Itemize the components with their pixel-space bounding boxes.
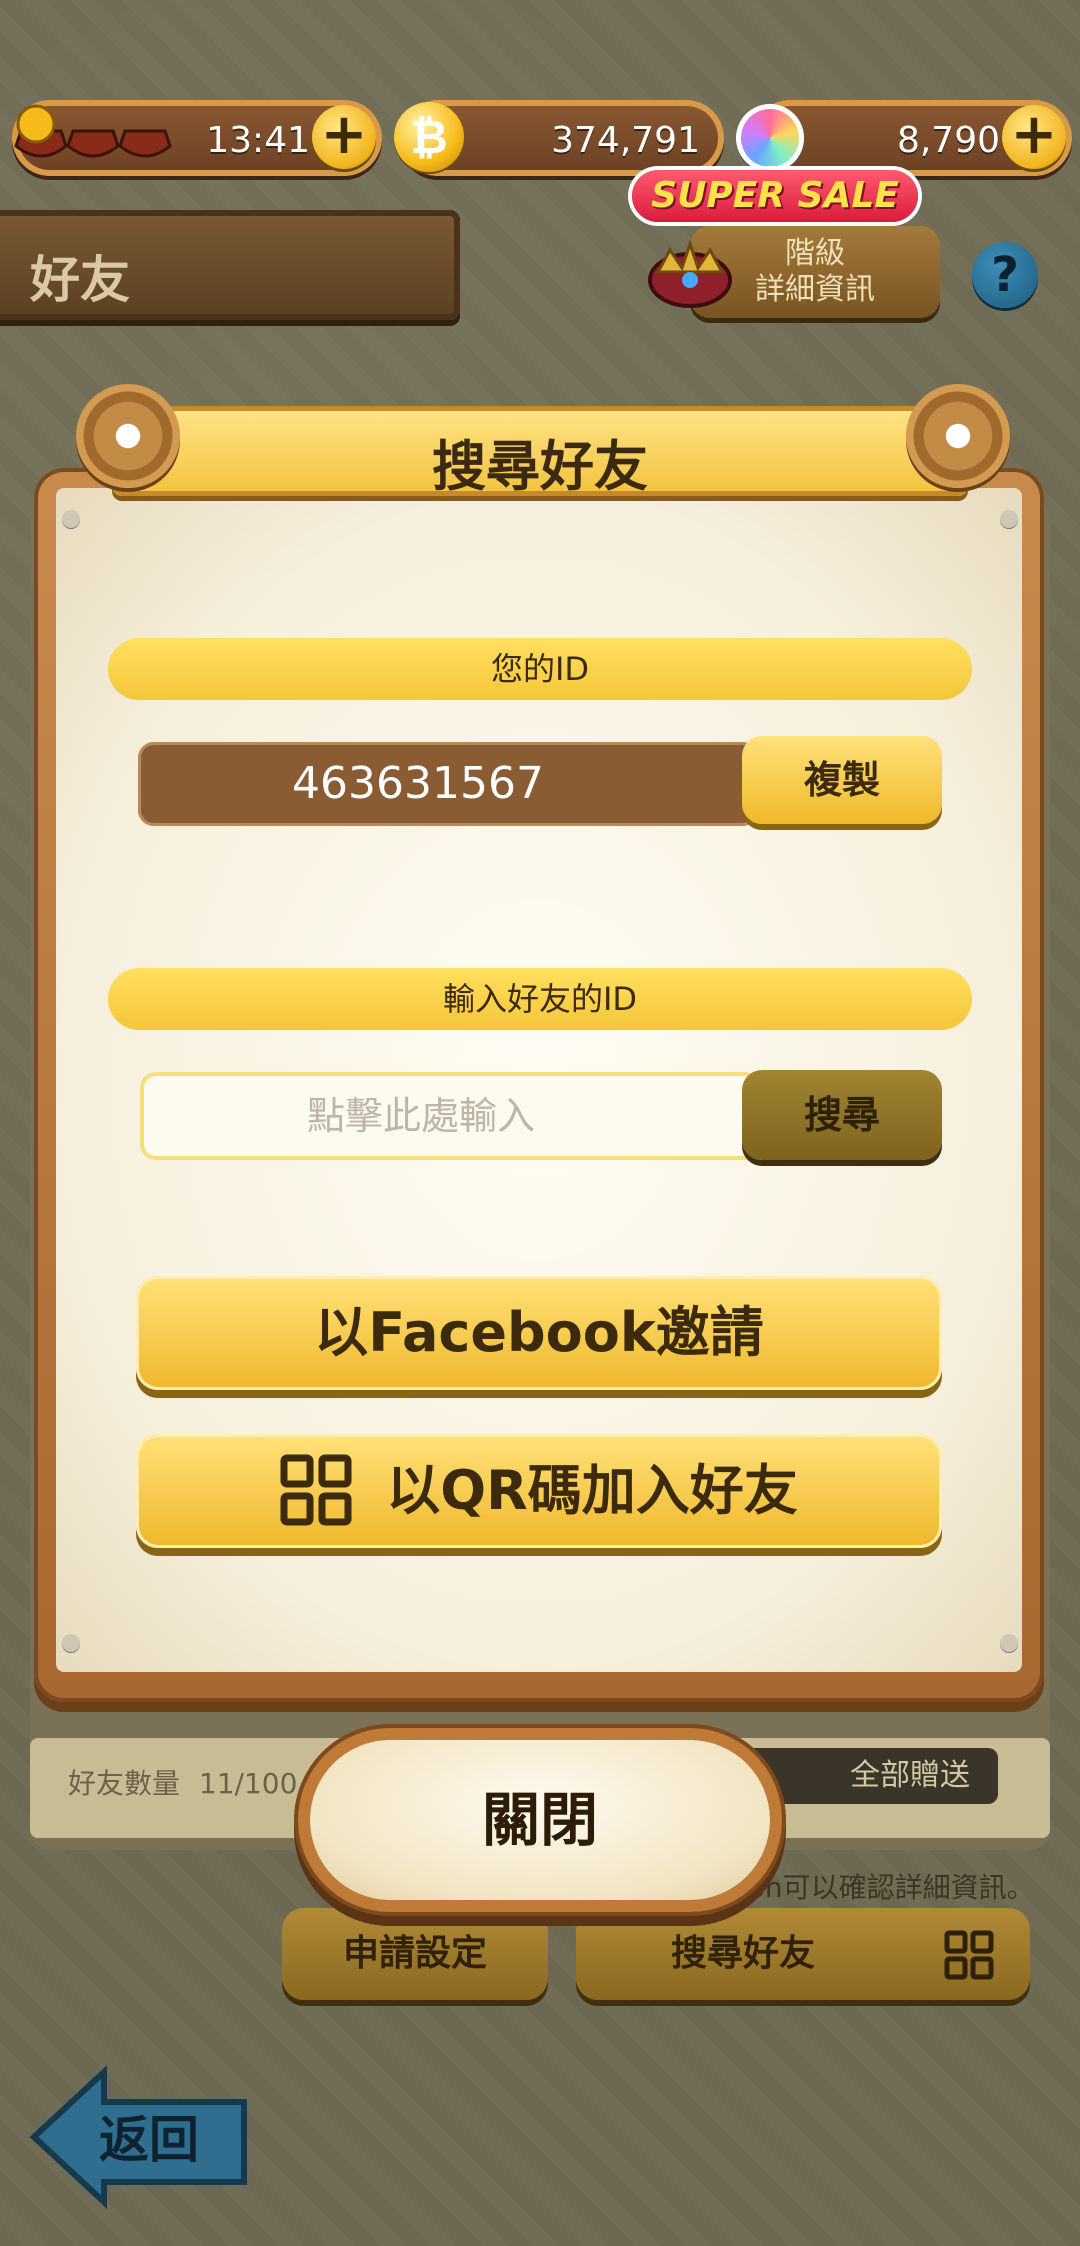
qr-code-icon bbox=[944, 1930, 994, 1980]
gift-all-button[interactable]: 全部贈送 bbox=[742, 1748, 998, 1804]
tip-text: bon可以確認詳細資訊。 bbox=[730, 1871, 1035, 1904]
stamina-time: 13:41 bbox=[206, 120, 310, 161]
friend-id-input[interactable] bbox=[140, 1072, 760, 1160]
gear-icon bbox=[76, 384, 180, 488]
gem-amount: 8,790 bbox=[896, 120, 1000, 161]
help-button[interactable]: ? bbox=[972, 242, 1038, 308]
pin-icon bbox=[1000, 1634, 1018, 1652]
gear-icon bbox=[906, 384, 1010, 488]
coin-amount: 374,791 bbox=[551, 120, 700, 161]
modal-title: 搜尋好友 bbox=[432, 435, 648, 498]
coin-icon: ₿ bbox=[394, 102, 464, 172]
modal-header: 搜尋好友 bbox=[112, 406, 968, 498]
qr-add-friend-button[interactable]: 以QR碼加入好友 bbox=[136, 1434, 942, 1548]
super-sale-badge[interactable]: SUPER SALE bbox=[632, 170, 918, 222]
facebook-invite-button[interactable]: 以Facebook邀請 bbox=[136, 1276, 942, 1390]
page-title-plank: 好友 bbox=[0, 210, 460, 320]
back-label: 返回 bbox=[99, 2111, 199, 2169]
copy-button[interactable]: 複製 bbox=[742, 736, 942, 824]
page-title: 好友 bbox=[30, 251, 130, 309]
pin-icon bbox=[1000, 510, 1018, 528]
add-gem-button[interactable]: + bbox=[1002, 105, 1066, 169]
search-button[interactable]: 搜尋 bbox=[742, 1070, 942, 1160]
friend-count: 好友數量 11/100 bbox=[68, 1767, 298, 1800]
qr-code-icon bbox=[280, 1454, 352, 1526]
back-button[interactable]: 返回 bbox=[24, 2062, 254, 2212]
your-id-label: 您的ID bbox=[108, 638, 972, 700]
enter-friend-id-label: 輸入好友的ID bbox=[108, 968, 972, 1030]
add-stamina-button[interactable]: + bbox=[312, 105, 376, 169]
qr-add-friend-label: 以QR碼加入好友 bbox=[386, 1459, 798, 1522]
crown-icon bbox=[648, 239, 732, 308]
pin-icon bbox=[62, 1634, 80, 1652]
ship-icons bbox=[14, 104, 172, 158]
request-settings-button[interactable]: 申請設定 bbox=[282, 1908, 548, 2000]
your-id-value: 463631567 bbox=[138, 742, 758, 826]
pin-icon bbox=[62, 510, 80, 528]
search-friend-button[interactable]: 搜尋好友 bbox=[576, 1908, 1030, 2000]
rainbow-gem-icon bbox=[736, 104, 804, 172]
close-button[interactable]: 關閉 bbox=[310, 1740, 770, 1900]
